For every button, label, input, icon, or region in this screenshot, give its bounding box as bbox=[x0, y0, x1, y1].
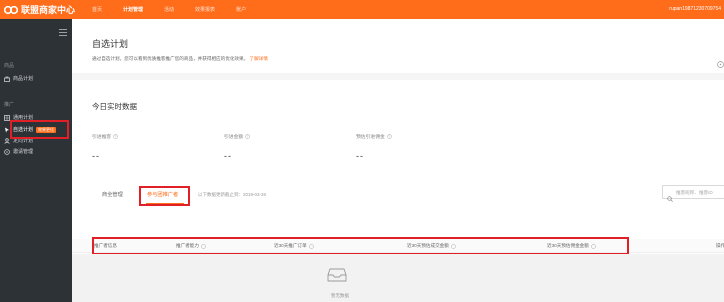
section-divider bbox=[72, 73, 724, 80]
sidebar-group-promotion: 推广 bbox=[4, 102, 15, 108]
svg-text:?: ? bbox=[247, 135, 249, 139]
nav-reports[interactable]: 效果报表 bbox=[195, 6, 215, 13]
stat-label: 引进推客 bbox=[92, 135, 112, 140]
stat-label: 引进金额 bbox=[224, 135, 244, 140]
sidebar-item-product-plan[interactable]: 商品计划 bbox=[4, 74, 33, 83]
stat-value: -- bbox=[92, 151, 100, 161]
col-actions: 操作 bbox=[716, 243, 724, 248]
search-icon bbox=[667, 189, 673, 202]
tab-bar: 商全管理 参与团推广者 以下数据更新截止到：2019-03-26 bbox=[90, 185, 724, 211]
bag-icon bbox=[4, 76, 10, 82]
data-update-note: 以下数据更新截止到：2019-03-26 bbox=[198, 192, 267, 197]
svg-text:?: ? bbox=[115, 135, 117, 139]
search-input[interactable] bbox=[676, 189, 724, 195]
stat-invited-amount: 引进金额 ? -- bbox=[224, 133, 251, 161]
highlight-box-sidebar bbox=[10, 120, 69, 139]
top-nav: 首页 计划管理 活动 效果报表 账户 bbox=[92, 0, 267, 19]
realtime-data-title: 今日实时数据 bbox=[92, 102, 137, 111]
svg-text:?: ? bbox=[388, 135, 390, 139]
empty-state-text: 暂无数据 bbox=[331, 293, 349, 298]
learn-more-link[interactable]: 了解详情 bbox=[249, 56, 267, 61]
page-description: 通过自选计划，您可以看到优质推客推广您的商品，并获得相应的优化效果。 了解详情 bbox=[92, 56, 268, 62]
question-icon[interactable]: ? bbox=[113, 134, 119, 139]
nav-home[interactable]: 首页 bbox=[92, 6, 102, 13]
stat-value: -- bbox=[356, 151, 364, 161]
nav-activities[interactable]: 活动 bbox=[164, 6, 174, 13]
highlight-box-tab bbox=[139, 186, 190, 206]
sidebar-item-label: 邀请管理 bbox=[13, 149, 34, 155]
sidebar: 商品 商品计划 推广 通用计划 自选计划 效果更佳 定向计划 邀请管理 bbox=[0, 19, 72, 302]
sidebar-group-product: 商品 bbox=[4, 63, 15, 69]
sidebar-item-label: 商品计划 bbox=[13, 76, 34, 82]
question-icon[interactable]: ? bbox=[245, 134, 251, 139]
search-box[interactable] bbox=[662, 185, 724, 202]
question-icon[interactable]: ? bbox=[386, 134, 392, 139]
empty-inbox-icon bbox=[327, 268, 347, 282]
tab-management[interactable]: 商全管理 bbox=[102, 191, 123, 198]
page-title: 自选计划 bbox=[92, 39, 129, 49]
nav-account[interactable]: 账户 bbox=[236, 6, 246, 13]
stat-value: -- bbox=[224, 151, 232, 161]
stat-invited-promoters: 引进推客 ? -- bbox=[92, 133, 119, 161]
highlight-box-table-header bbox=[92, 237, 629, 255]
nav-plan-management[interactable]: 计划管理 bbox=[123, 6, 143, 13]
logo[interactable]: 联盟商家中心 bbox=[0, 3, 76, 16]
logo-icon bbox=[4, 5, 18, 15]
sidebar-item-invite-management[interactable]: 邀请管理 bbox=[4, 147, 33, 156]
stat-estimated-commission: 预估引进佣金 ? -- bbox=[356, 133, 392, 161]
description-text: 通过自选计划，您可以看到优质推客推广您的商品，并获得相应的优化效果。 bbox=[92, 56, 249, 61]
table-body-empty bbox=[72, 254, 724, 302]
main-content: 自选计划 通过自选计划，您可以看到优质推客推广您的商品，并获得相应的优化效果。 … bbox=[72, 19, 724, 302]
help-icon[interactable] bbox=[717, 55, 724, 68]
logo-text: 联盟商家中心 bbox=[21, 5, 76, 15]
account-name[interactable]: rupan19871230709754 bbox=[669, 6, 721, 12]
circle-icon bbox=[4, 148, 10, 155]
menu-toggle-icon[interactable] bbox=[59, 29, 67, 36]
stat-label: 预估引进佣金 bbox=[356, 135, 385, 140]
top-navbar: 联盟商家中心 首页 计划管理 活动 效果报表 账户 rupan198712307… bbox=[0, 0, 724, 19]
